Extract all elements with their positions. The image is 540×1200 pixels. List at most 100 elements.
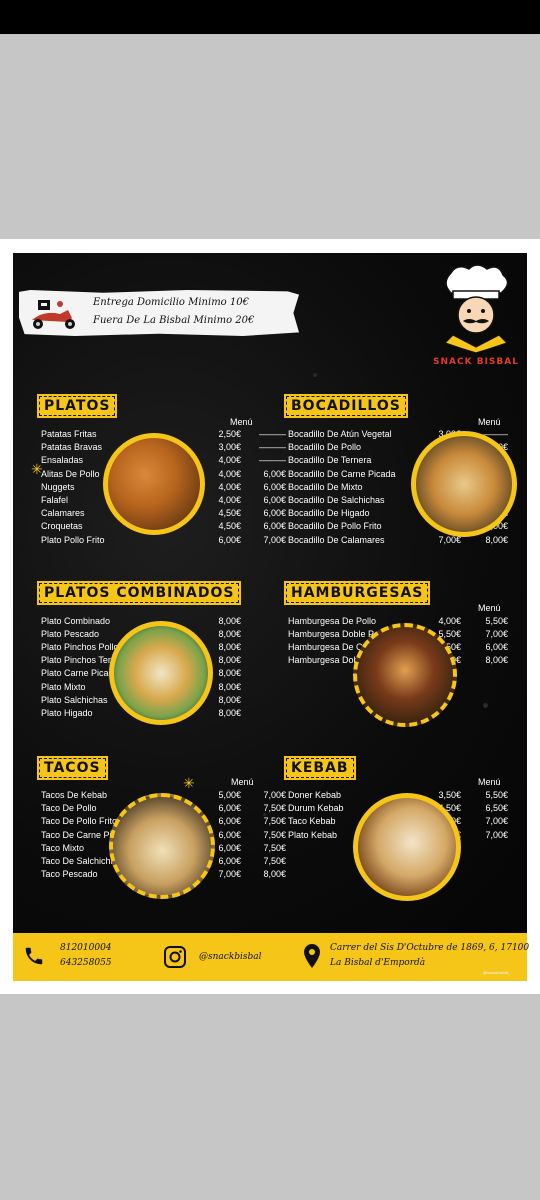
combo-plate-photo: [109, 621, 213, 725]
menu-item-name: Plato Pescado: [41, 629, 100, 640]
delivery-minimum-text: Entrega Domicilio Minimo 10€: [93, 297, 249, 308]
menu-item-menu-price: 5,50€: [485, 616, 508, 626]
tacos-photo: [109, 793, 215, 899]
menu-item-price: 6,00€: [218, 856, 241, 866]
fried-chicken-photo: [103, 433, 205, 535]
menu-item-name: Bocadillo De Salchichas: [288, 495, 385, 505]
texture-speck: [483, 703, 488, 708]
menu-item-price: 6,00€: [218, 803, 241, 814]
menu-item-menu-price: 7,50€: [263, 803, 286, 814]
chef-logo-icon: [443, 264, 509, 353]
menu-item-name: Plato Pinchos Pollo: [41, 642, 119, 653]
menu-item-price: 8,00€: [218, 629, 241, 640]
menu-item-name: Patatas Bravas: [41, 442, 103, 453]
sparkle-icon: ✳: [183, 775, 195, 791]
menu-item-price: 4,50€: [218, 508, 241, 519]
delivery-scooter-icon: [32, 300, 75, 329]
menu-item-menu-price: 6,00€: [263, 468, 286, 479]
menu-item-price: 8,00€: [218, 694, 241, 705]
menu-item-price: 6,00€: [218, 842, 241, 853]
menu-item-name: Alitas De Pollo: [41, 468, 100, 479]
top-gray-band: [0, 34, 540, 239]
sparkle-icon: ✳: [31, 461, 43, 477]
delivery-banner: Entrega Domicilio Minimo 10€ Fuera De La…: [19, 290, 299, 336]
menu-item-name: Plato Combinado: [41, 616, 111, 626]
phone-number-2[interactable]: 643258055: [60, 958, 112, 968]
section-title-combinados: PLATOS COMBINADOS: [36, 581, 242, 605]
menu-item-name: Durum Kebab: [288, 803, 344, 814]
section-title-kebab: KEBAB: [284, 756, 356, 780]
brand-name: SNACK BISBAL: [433, 357, 519, 367]
menu-item-menu-price: ———: [259, 429, 286, 439]
phone-icon: [25, 947, 43, 965]
menu-item-price: 6,00€: [218, 816, 241, 827]
menu-column-header: Menú: [478, 603, 501, 613]
address-line-1: Carrer del Sis D'Octubre de 1869, 6, 171…: [330, 943, 530, 953]
menu-item-menu-price: 5,50€: [485, 790, 508, 800]
menu-item-price: 6,00€: [218, 534, 241, 545]
menu-item-name: Taco Kebab: [288, 816, 336, 827]
menu-item-menu-price: 7,50€: [263, 856, 286, 866]
menu-item-price: 8,00€: [218, 668, 241, 679]
menu-item-name: Taco Pescado: [41, 869, 98, 880]
section-title-hamburgesas: HAMBURGESAS: [283, 581, 431, 605]
menu-item-menu-price: 6,00€: [263, 508, 286, 519]
menu-item-name: Taco De Pollo Frito: [41, 816, 118, 827]
menu-item-name: Bocadillo De Calamares: [288, 534, 385, 545]
menu-item-name: Hamburgesa De Pollo: [288, 616, 377, 626]
menu-item-name: Calamares: [41, 508, 85, 519]
texture-speck: [313, 373, 317, 377]
menu-column-header: Menú: [478, 777, 501, 787]
menu-item-price: 5,00€: [218, 790, 241, 800]
menu-item-menu-price: 7,00€: [263, 534, 286, 545]
section-title-tacos: TACOS: [37, 756, 108, 780]
menu-item-row: Plato Pollo Frito 6,00€ 7,00€: [41, 534, 286, 547]
menu-board: Entrega Domicilio Minimo 10€ Fuera De La…: [13, 253, 527, 933]
menu-item-price: 4,00€: [218, 468, 241, 479]
menu-item-price: 8,00€: [218, 707, 241, 718]
instagram-tag-small: @snackbisbal_: [483, 970, 511, 975]
menu-item-menu-price: ———: [259, 442, 286, 453]
menu-item-menu-price: 6,00€: [263, 481, 286, 492]
menu-item-name: Taco Mixto: [41, 842, 85, 853]
menu-item-menu-price: 6,00€: [263, 521, 286, 532]
menu-item-price: 4,00€: [218, 495, 241, 505]
menu-item-name: Taco De Salchichas: [41, 856, 121, 866]
location-pin-icon: [304, 944, 320, 968]
menu-item-name: Plato Salchichas: [41, 694, 108, 705]
phone-number-1[interactable]: 812010004: [60, 943, 112, 953]
menu-column-header: Menú: [231, 777, 254, 787]
menu-item-name: Doner Kebab: [288, 790, 342, 800]
menu-item-menu-price: 6,00€: [485, 642, 508, 653]
instagram-handle[interactable]: @snackbisbal: [199, 952, 262, 962]
menu-item-menu-price: 7,00€: [485, 816, 508, 827]
menu-item-price: 6,00€: [218, 829, 241, 840]
menu-item-name: Bocadillo De Atún Vegetal: [288, 429, 392, 439]
menu-item-name: Nuggets: [41, 481, 75, 492]
delivery-outside-minimum-text: Fuera De La Bisbal Minimo 20€: [93, 315, 255, 326]
menu-item-price: 4,00€: [218, 481, 241, 492]
instagram-icon: [164, 946, 186, 968]
menu-column-header: Menú: [230, 417, 253, 427]
menu-item-price: 8,00€: [218, 642, 241, 653]
menu-item-price: 7,00€: [218, 869, 241, 880]
menu-item-name: Taco De Pollo: [41, 803, 97, 814]
menu-item-name: Falafel: [41, 495, 69, 505]
menu-item-name: Bocadillo De Mixto: [288, 481, 363, 492]
menu-item-name: Plato Pollo Frito: [41, 534, 105, 545]
bottom-gray-band: [0, 994, 540, 1200]
sandwich-photo: [411, 431, 517, 537]
menu-item-price: 4,50€: [218, 521, 241, 532]
contact-footer: 812010004 643258055 @snackbisbal Carrer …: [13, 933, 530, 981]
menu-item-menu-price: 7,00€: [263, 790, 286, 800]
menu-item-name: Bocadillo De Carne Picada: [288, 468, 396, 479]
menu-item-name: Bocadillo De Pollo Frito: [288, 521, 382, 532]
menu-item-menu-price: 6,00€: [263, 495, 286, 505]
menu-item-price: 3,50€: [438, 790, 461, 800]
menu-item-menu-price: 7,00€: [485, 629, 508, 640]
menu-item-menu-price: ———: [259, 455, 286, 466]
menu-item-row: Bocadillo De Calamares 7,00€ 8,00€: [288, 534, 527, 547]
kebab-photo: [353, 793, 461, 901]
menu-item-price: 2,50€: [218, 429, 241, 439]
menu-item-price: 3,00€: [218, 442, 241, 453]
